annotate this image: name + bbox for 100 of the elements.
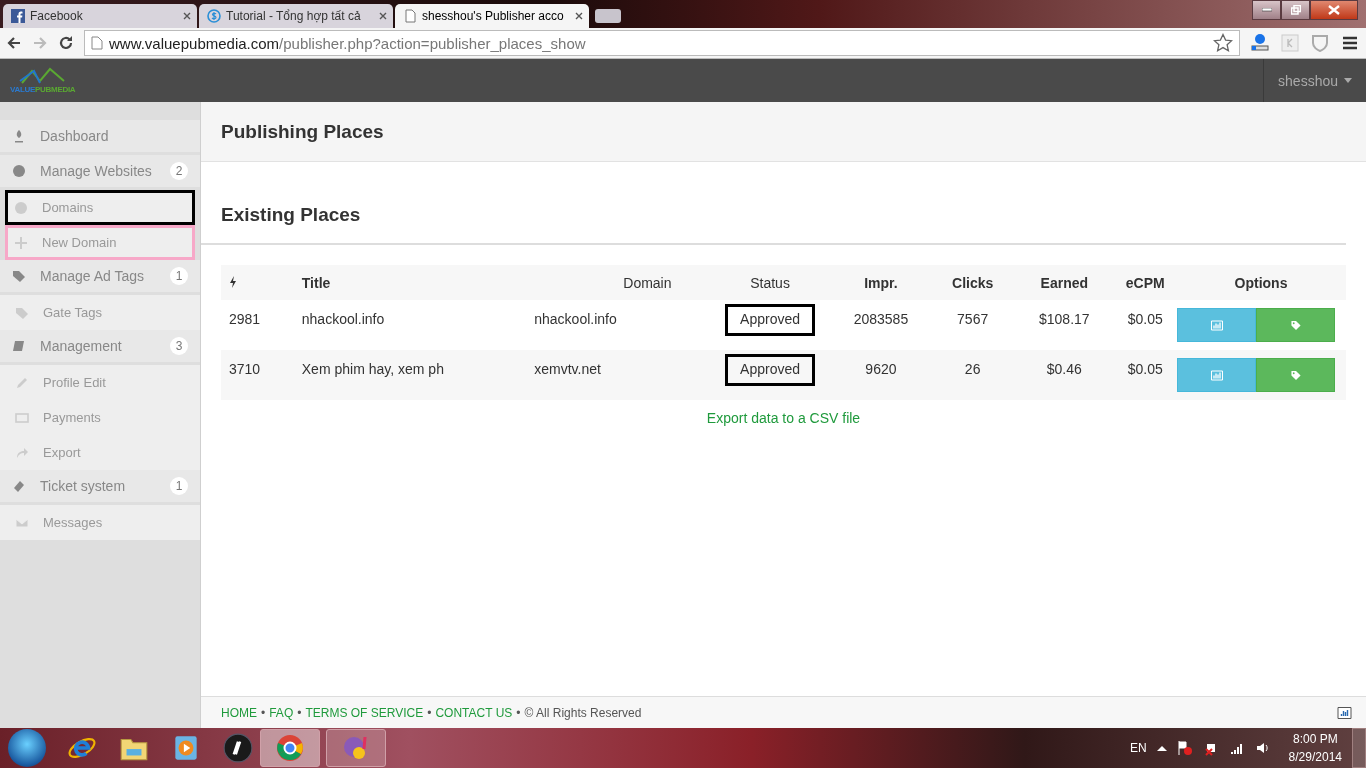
sidebar-item[interactable]: Management 3 — [0, 330, 200, 365]
table-cell: $0.05 — [1114, 300, 1176, 350]
sidebar-label: Domains — [42, 200, 94, 215]
sidebar-label: Messages — [43, 515, 103, 530]
table-cell: $108.17 — [1014, 300, 1115, 350]
tab-title: shesshou's Publisher acco — [422, 9, 565, 23]
sidebar-item[interactable]: Ticket system 1 — [0, 470, 200, 505]
sidebar-icon — [12, 339, 26, 353]
close-icon[interactable] — [183, 12, 191, 20]
separator-dot: • — [516, 705, 521, 720]
restore-icon — [1290, 5, 1301, 15]
sidebar-label: Payments — [43, 410, 101, 425]
sidebar-label: Gate Tags — [43, 305, 103, 320]
close-icon[interactable] — [379, 12, 387, 20]
status-text: Approved — [725, 354, 816, 386]
sidebar-item[interactable]: Manage Ad Tags 1 — [0, 260, 200, 295]
sidebar-label: Manage Ad Tags — [40, 268, 146, 284]
url-text: www.valuepubmedia.com/publisher.php?action=publisher_places_show — [109, 34, 587, 52]
address-bar[interactable]: www.valuepubmedia.com/publisher.php?action=publisher_places_show — [84, 30, 1240, 56]
sidebar-subitem[interactable]: Payments — [0, 400, 200, 435]
sidebar-item[interactable]: Manage Websites 2 — [0, 155, 200, 190]
sidebar-label: Manage Websites — [40, 163, 153, 179]
footer-link[interactable]: TERMS OF SERVICE — [305, 705, 424, 720]
browser-tab[interactable]: Facebook — [3, 4, 197, 28]
table-cell: 2083585 — [830, 300, 932, 350]
sidebar-label: Profile Edit — [43, 375, 106, 390]
export-link[interactable]: Export data to a CSV file — [706, 410, 861, 426]
speaker-icon[interactable] — [1254, 740, 1271, 756]
flag-icon[interactable] — [1176, 740, 1193, 756]
minimize-icon — [1261, 8, 1272, 12]
sidebar-label: Export — [43, 445, 81, 460]
sidebar-subitem[interactable]: Profile Edit — [0, 365, 200, 400]
site-logo[interactable]: VALUEPUBMEDIA — [0, 59, 86, 102]
chrome-icon — [275, 733, 305, 763]
table-cell: 2981 — [221, 300, 301, 350]
count-badge: 2 — [170, 162, 188, 180]
facebook-icon — [11, 9, 25, 23]
sidebar-subitem[interactable]: Domains — [5, 190, 195, 225]
start-button[interactable] — [8, 729, 46, 767]
bar-chart-icon[interactable] — [1337, 706, 1352, 719]
column-header: Clicks — [931, 265, 1015, 300]
footer-link[interactable]: CONTACT US — [435, 705, 513, 720]
browser-tab[interactable]: Tutorial - Tổng hợp tất cả — [199, 4, 393, 28]
taskbar-button[interactable] — [326, 729, 386, 767]
extension-icon[interactable] — [1250, 33, 1270, 53]
close-icon — [1328, 5, 1340, 15]
column-header: Title — [300, 265, 534, 300]
sidebar-label: Ticket system — [40, 478, 127, 494]
sidebar-icon — [15, 445, 29, 460]
table-cell: 3710 — [221, 350, 301, 400]
count-badge: 1 — [170, 477, 188, 495]
table-cell: $0.46 — [1014, 350, 1115, 400]
column-header: Impr. — [830, 265, 932, 300]
sidebar-subitem[interactable]: Export — [0, 435, 200, 470]
sidebar-icon — [12, 479, 26, 493]
footer-link[interactable]: FAQ — [269, 705, 294, 720]
sidebar-subitem[interactable]: New Domain — [5, 225, 195, 260]
sidebar-subitem[interactable]: Messages — [0, 505, 200, 540]
table-cell: $0.05 — [1114, 350, 1176, 400]
star-icon[interactable] — [1213, 33, 1233, 53]
sidebar-label: Management — [40, 338, 123, 354]
sidebar-label: Dashboard — [40, 128, 110, 144]
restore-button[interactable] — [1281, 0, 1310, 20]
clock[interactable]: 8:00 PM 8/29/2014 — [1288, 730, 1342, 766]
sidebar-icon — [15, 305, 29, 320]
page-icon — [91, 36, 103, 50]
separator-dot: • — [427, 705, 432, 720]
language-indicator[interactable]: EN — [1129, 741, 1147, 755]
tag-icon — [1289, 319, 1302, 331]
column-header: eCPM — [1114, 265, 1176, 300]
status-text: Approved — [725, 304, 816, 336]
table-cell: xemvtv.net — [533, 350, 710, 400]
up-arrow-icon[interactable] — [1156, 745, 1167, 751]
table-cell: 7567 — [931, 300, 1015, 350]
taskbar-button[interactable] — [260, 729, 320, 767]
back-icon[interactable] — [6, 35, 22, 51]
reload-icon[interactable] — [58, 35, 74, 51]
close-button[interactable] — [1310, 0, 1358, 20]
column-header: Earned — [1014, 265, 1115, 300]
sidebar-icon — [12, 269, 26, 283]
sidebar-item[interactable]: Dashboard — [0, 120, 200, 155]
table-cell: nhackool.info — [300, 300, 534, 350]
sidebar-label: New Domain — [42, 235, 117, 250]
sidebar-icon — [14, 235, 28, 250]
close-icon[interactable] — [575, 12, 583, 20]
page-title: Publishing Places — [221, 120, 384, 143]
table-cell: Xem phim hay, xem ph — [300, 350, 534, 400]
sidebar-subitem[interactable]: Gate Tags — [0, 295, 200, 330]
tab-title: Tutorial - Tổng hợp tất cả — [226, 9, 362, 23]
browser-tab[interactable]: shesshou's Publisher acco — [395, 4, 589, 28]
column-header: Status — [709, 265, 831, 300]
footer-link[interactable]: HOME — [221, 705, 257, 720]
minimize-button[interactable] — [1252, 0, 1281, 20]
sidebar-icon — [12, 164, 26, 178]
bar-chart-icon — [1210, 369, 1223, 381]
bar-chart-icon — [1210, 319, 1223, 331]
sidebar-icon — [14, 200, 28, 215]
count-badge: 1 — [170, 267, 188, 285]
dollar-circle-icon — [207, 9, 221, 23]
page-icon — [403, 9, 417, 23]
